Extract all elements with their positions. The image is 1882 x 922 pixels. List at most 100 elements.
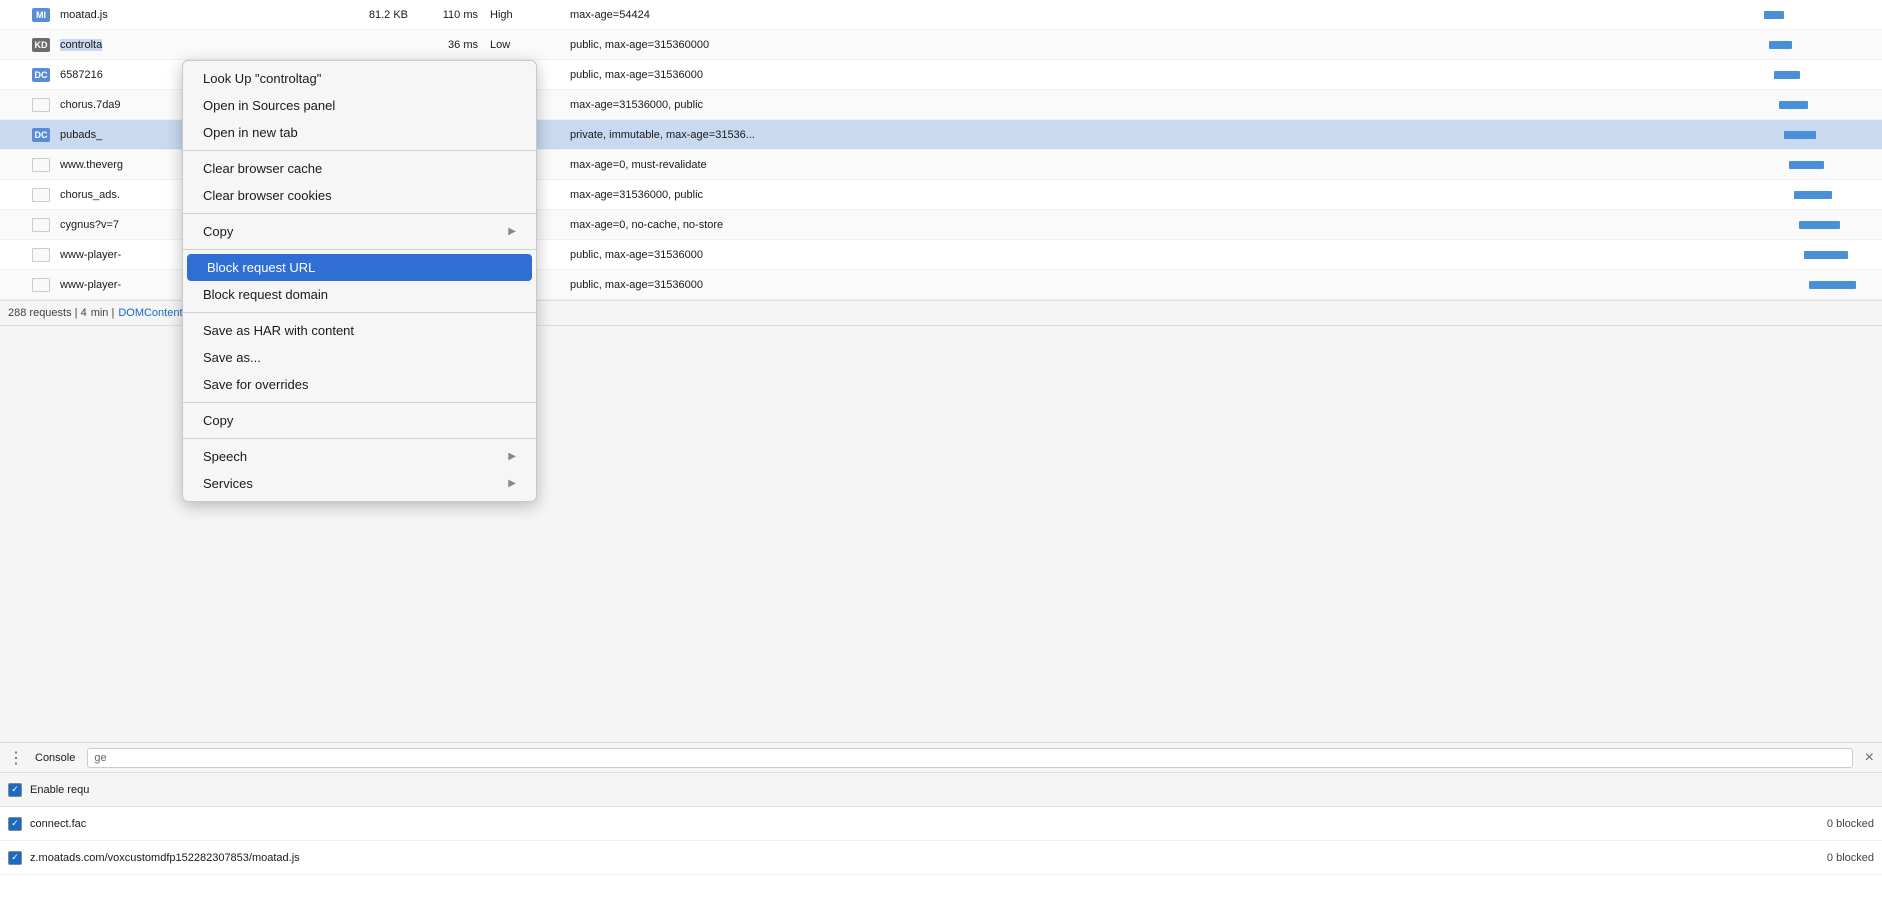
row-cache: public, max-age=31536000 [570,249,1754,261]
row-cache: public, max-age=315360000 [570,39,1754,51]
menu-separator [183,438,536,439]
row-name: controlta [60,39,102,51]
menu-item-look-up[interactable]: Look Up "controltag" [183,65,536,92]
blocked-count: 0 blocked [1827,818,1874,830]
waterfall-cell [1754,210,1874,240]
filter-input[interactable]: ge [87,748,1852,768]
table-row[interactable]: MI moatad.js 81.2 KB 110 ms High max-age… [0,0,1882,30]
row-cache: public, max-age=31536000 [570,279,1754,291]
menu-item-services[interactable]: Services ▶ [183,470,536,497]
close-button[interactable]: × [1865,749,1874,767]
menu-item-open-sources[interactable]: Open in Sources panel [183,92,536,119]
menu-item-save-har[interactable]: Save as HAR with content [183,317,536,344]
row-cache: max-age=54424 [570,9,1754,21]
menu-separator [183,312,536,313]
badge-mi: MI [32,8,50,22]
waterfall-cell [1754,60,1874,90]
row-name: www-player- [60,279,121,291]
row-time: 36 ms [420,39,490,51]
menu-item-save-overrides[interactable]: Save for overrides [183,371,536,398]
console-area: ⋮ Console ge × ✓ Enable requ ✓ connect.f… [0,742,1882,922]
requests-count: 288 requests | 4 [8,307,87,319]
menu-item-label: Save as... [203,350,261,365]
menu-item-label: Save as HAR with content [203,323,354,338]
menu-item-copy-top[interactable]: Copy ▶ [183,218,536,245]
blocked-row[interactable]: ✓ connect.fac 0 blocked [0,807,1882,841]
row-cache: max-age=31536000, public [570,99,1754,111]
menu-item-label: Open in Sources panel [203,98,335,113]
row-cache: private, immutable, max-age=31536... [570,129,1754,141]
blocked-count: 0 blocked [1827,852,1874,864]
row-size: 81.2 KB [340,9,420,21]
file-icon [32,278,50,292]
menu-item-label: Block request domain [203,287,328,302]
menu-item-block-url[interactable]: Block request URL [187,254,532,281]
blocked-row[interactable]: ✓ z.moatads.com/voxcustomdfp152282307853… [0,841,1882,875]
menu-item-label: Clear browser cache [203,161,322,176]
file-icon [32,188,50,202]
menu-item-label: Copy [203,413,233,428]
menu-item-clear-cache[interactable]: Clear browser cache [183,155,536,182]
menu-item-open-new-tab[interactable]: Open in new tab [183,119,536,146]
waterfall-bar [1799,221,1840,229]
filter-row: ✓ Enable requ [0,773,1882,807]
row-name: pubads_ [60,129,102,141]
menu-separator [183,150,536,151]
context-menu: Look Up "controltag" Open in Sources pane… [182,60,537,502]
file-icon [32,218,50,232]
file-icon [32,98,50,112]
menu-item-label: Services [203,476,253,491]
row-badge [32,218,60,232]
row-name: moatad.js [60,9,108,21]
row-badge [32,248,60,262]
menu-item-label: Save for overrides [203,377,309,392]
submenu-arrow-icon: ▶ [508,478,516,489]
blocked-rows: ✓ connect.fac 0 blocked ✓ z.moatads.com/… [0,807,1882,875]
waterfall-cell [1754,150,1874,180]
console-toolbar: ⋮ Console ge × [0,743,1882,773]
waterfall-bar [1769,41,1792,49]
menu-item-label: Copy [203,224,233,239]
menu-item-label: Speech [203,449,247,464]
menu-item-label: Block request URL [207,260,315,275]
blocked-row-text: z.moatads.com/voxcustomdfp152282307853/m… [30,852,300,864]
waterfall-cell [1754,180,1874,210]
menu-item-save-as[interactable]: Save as... [183,344,536,371]
menu-separator [183,213,536,214]
waterfall-bar [1804,251,1848,259]
menu-item-block-domain[interactable]: Block request domain [183,281,536,308]
menu-item-label: Look Up "controltag" [203,71,321,86]
badge-dc: DC [32,68,50,82]
row-cache: max-age=31536000, public [570,189,1754,201]
waterfall-cell [1754,120,1874,150]
menu-item-speech[interactable]: Speech▶ [183,443,536,470]
menu-item-clear-cookies[interactable]: Clear browser cookies [183,182,536,209]
table-row[interactable]: KD controlta 36 ms Low public, max-age=3… [0,30,1882,60]
blocked-row-checkbox[interactable]: ✓ [8,851,22,865]
waterfall-bar [1779,101,1808,109]
row-badge: DC [32,128,60,142]
waterfall-cell [1754,90,1874,120]
row-name: cygnus?v=7 [60,219,119,231]
row-name: www-player- [60,249,121,261]
waterfall-cell [1754,240,1874,270]
row-cache: public, max-age=31536000 [570,69,1754,81]
waterfall-bar [1809,281,1856,289]
blocked-row-checkbox[interactable]: ✓ [8,817,22,831]
waterfall-bar [1789,161,1824,169]
three-dots-icon[interactable]: ⋮ [8,748,23,768]
blocked-row-text: connect.fac [30,818,86,830]
waterfall-cell [1754,270,1874,300]
waterfall-cell [1754,0,1874,30]
menu-item-copy-bottom[interactable]: Copy [183,407,536,434]
row-filename: moatad.js [60,9,340,21]
waterfall-bar [1784,131,1816,139]
console-tab-label[interactable]: Console [35,752,75,764]
waterfall-cell [1754,30,1874,60]
row-filename: controlta [60,39,340,51]
menu-item-label: Open in new tab [203,125,298,140]
submenu-arrow-icon: ▶ [508,226,516,237]
enable-req-checkbox[interactable]: ✓ [8,783,22,797]
row-name: www.theverg [60,159,123,171]
row-badge: DC [32,68,60,82]
